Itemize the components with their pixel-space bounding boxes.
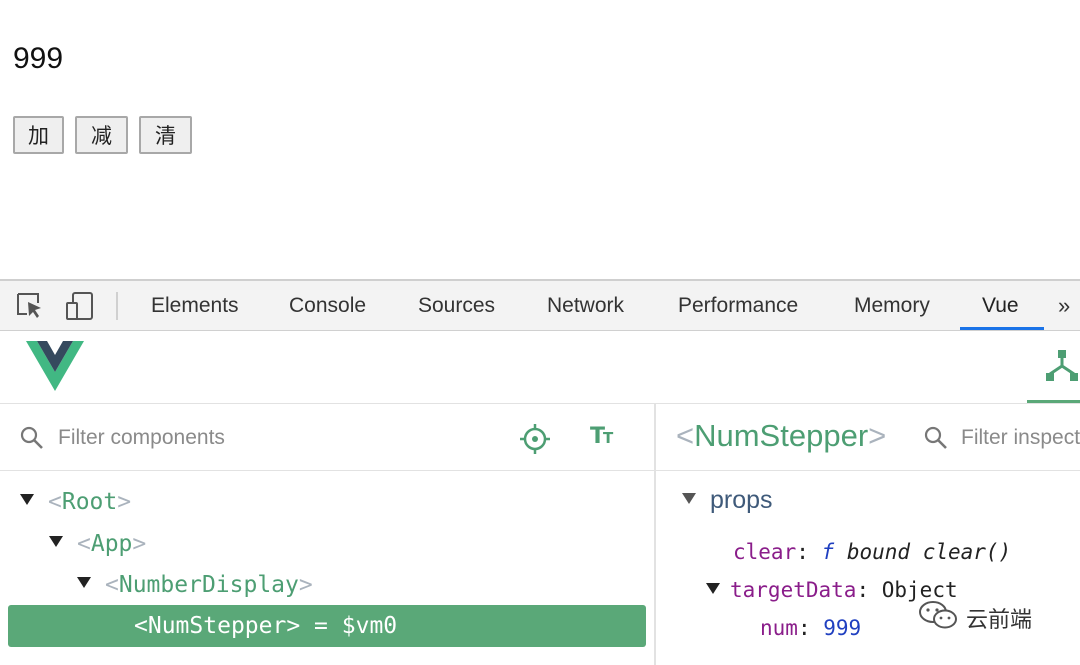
tree-node-app[interactable]: <App> (49, 524, 146, 564)
tab-vue[interactable]: Vue (982, 281, 1019, 331)
inspected-component-name: <NumStepper> (676, 418, 886, 454)
prop-colon: : (796, 540, 809, 564)
tree-node-label: App (90, 531, 133, 557)
prop-value: bound clear() (846, 540, 1012, 564)
inspector-header: <NumStepper> (656, 404, 1080, 471)
prop-colon: : (856, 578, 870, 602)
more-tabs-icon[interactable]: » (1058, 281, 1070, 331)
tag-bracket-close: > (298, 572, 313, 598)
tag-bracket-close: > (117, 489, 132, 515)
expand-arrow-icon[interactable] (77, 577, 91, 588)
tag-bracket-open: < (105, 572, 119, 598)
section-title: props (710, 486, 773, 514)
props-section-header[interactable]: props (682, 486, 773, 515)
button-row: 加 减 清 (13, 116, 192, 154)
component-tree-panel: TT <Root> <App> <NumberDisplay> <NumStep… (0, 404, 656, 665)
vm-reference: = $vm0 (300, 613, 398, 639)
counter-value: 999 (13, 42, 64, 75)
watermark: 云前端 (918, 600, 1032, 636)
tag-bracket-open: < (134, 613, 148, 639)
expand-arrow-icon[interactable] (706, 582, 720, 594)
toolbar-separator (116, 292, 118, 320)
search-icon (20, 426, 44, 455)
prop-key: targetData (730, 578, 857, 602)
prop-value: 999 (823, 616, 862, 640)
prop-row-clear: clear: f bound clear() (733, 540, 1011, 564)
watermark-text: 云前端 (966, 608, 1033, 633)
tree-node-label: NumberDisplay (118, 572, 299, 598)
tab-network[interactable]: Network (547, 281, 624, 331)
subtract-button[interactable]: 减 (75, 116, 128, 154)
select-component-target-icon[interactable] (520, 424, 550, 459)
search-icon (924, 426, 948, 455)
prop-row-num: num: 999 (760, 616, 861, 640)
tree-node-label: NumStepper (147, 613, 287, 639)
vue-logo-icon (26, 341, 84, 396)
active-tab-indicator (960, 327, 1044, 330)
collapse-arrow-icon[interactable] (682, 492, 696, 504)
components-tab-indicator (1027, 400, 1080, 403)
device-toolbar-icon[interactable] (64, 291, 94, 321)
expand-arrow-icon[interactable] (20, 494, 34, 505)
tab-memory[interactable]: Memory (854, 281, 930, 331)
tree-node-label: Root (61, 489, 118, 515)
devtools-toolbar: Elements Console Sources Network Perform… (0, 279, 1080, 331)
tag-bracket-open: < (77, 531, 91, 557)
app-page: 999 加 减 清 (0, 0, 1080, 280)
tag-bracket-close: > (132, 531, 147, 557)
inspect-element-icon[interactable] (15, 291, 45, 321)
clear-button[interactable]: 清 (139, 116, 192, 154)
component-name-label: NumStepper (694, 418, 869, 453)
filter-inspected-data-input[interactable] (961, 420, 1080, 456)
filter-components-bar: TT (0, 404, 654, 471)
tag-bracket-open: < (48, 489, 62, 515)
add-button[interactable]: 加 (13, 116, 64, 154)
function-marker: f (821, 540, 835, 564)
components-tree-icon[interactable] (1045, 350, 1079, 387)
prop-key: clear (733, 540, 797, 564)
tab-performance[interactable]: Performance (678, 281, 798, 331)
tree-node-root[interactable]: <Root> (20, 482, 131, 522)
vue-devtools-header (0, 331, 1080, 404)
tab-console[interactable]: Console (289, 281, 366, 331)
prop-key: num (760, 616, 798, 640)
tag-bracket-close: > (868, 418, 887, 453)
tab-elements[interactable]: Elements (151, 281, 239, 331)
wechat-icon (918, 600, 960, 636)
tree-node-numstepper-selected[interactable]: <NumStepper> = $vm0 (8, 605, 646, 647)
prop-colon: : (797, 616, 811, 640)
expand-arrow-icon[interactable] (49, 536, 63, 547)
format-names-icon[interactable]: TT (590, 424, 613, 451)
prop-row-targetdata[interactable]: targetData: Object (706, 578, 958, 602)
tag-bracket-open: < (676, 418, 695, 453)
filter-components-input[interactable] (58, 420, 478, 456)
prop-value: Object (881, 578, 958, 602)
tag-bracket-close: > (286, 613, 301, 639)
tree-node-numberdisplay[interactable]: <NumberDisplay> (77, 565, 313, 605)
tab-sources[interactable]: Sources (418, 281, 495, 331)
